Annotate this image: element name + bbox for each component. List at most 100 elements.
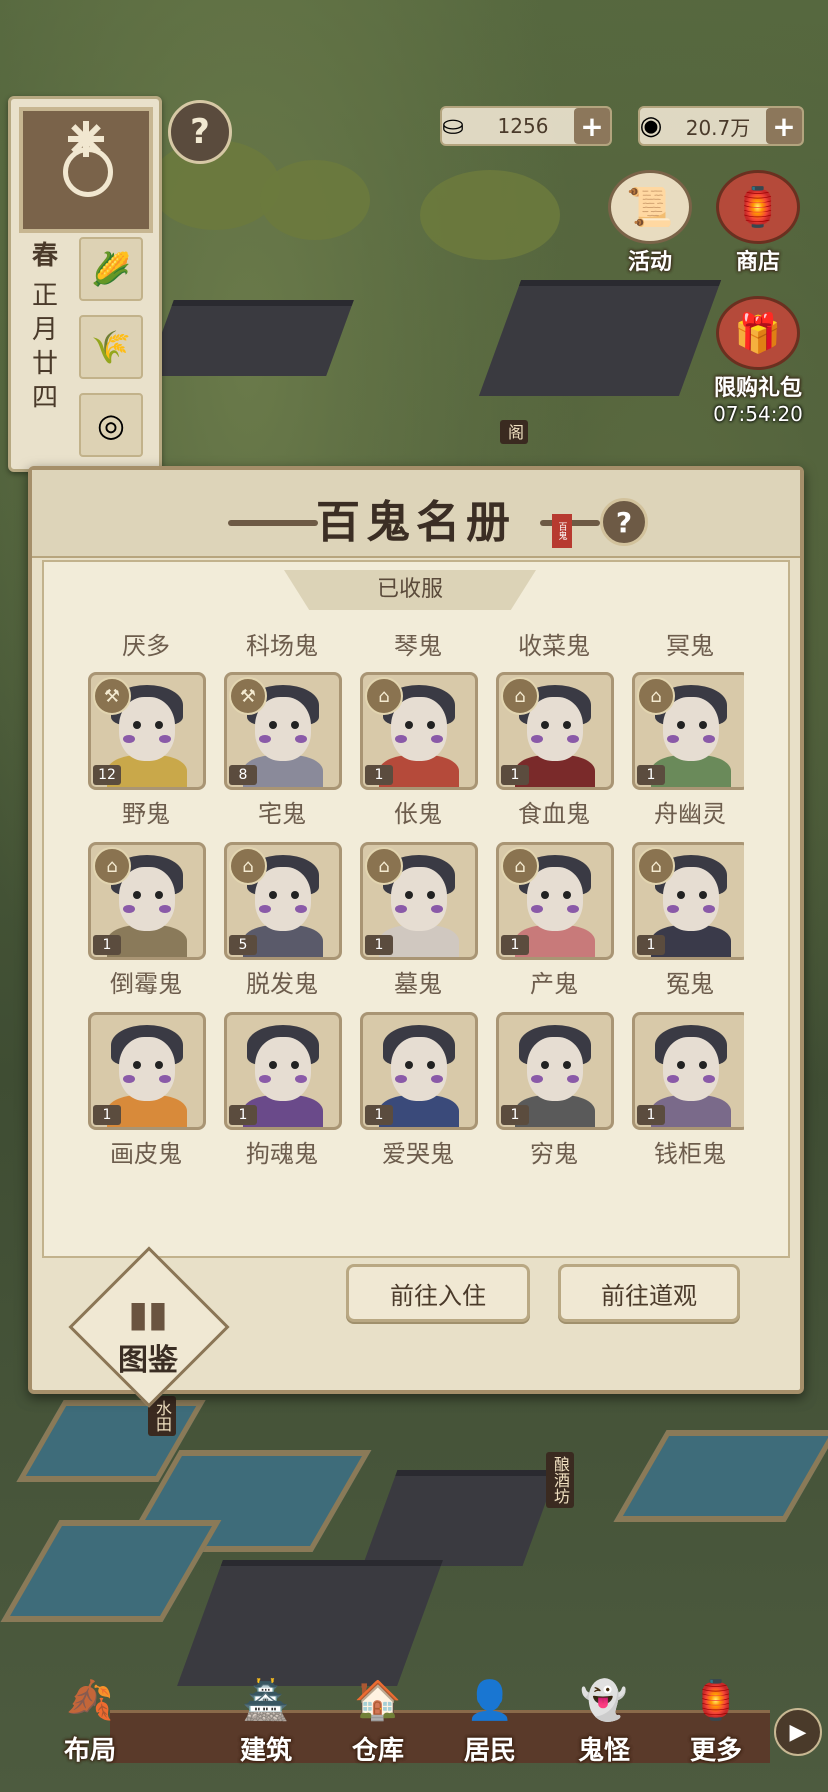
ghost-card[interactable]: 1 穷鬼 (492, 1012, 616, 1180)
ghost-card[interactable]: 1 爱哭鬼 (356, 1012, 480, 1180)
ghost-card[interactable]: ⌂ 1 倒霉鬼 (84, 842, 208, 1010)
ghost-card-partial[interactable]: 厌多 (84, 622, 208, 672)
ghost-portrait: ⌂ 1 (360, 842, 478, 960)
lantern-icon: 🏮 (692, 1677, 740, 1722)
add-copper-button[interactable]: + (766, 108, 802, 144)
activity-button[interactable]: 📜 活动 (604, 170, 696, 276)
ghost-card[interactable]: ⚒ 12 野鬼 (84, 672, 208, 840)
ghost-count: 1 (93, 1105, 121, 1125)
nav-layout[interactable]: 🍂 布局 (40, 1670, 140, 1767)
ghost-count: 1 (637, 1105, 665, 1125)
ghost-name: 宅鬼 (258, 800, 306, 828)
modal-header: 百鬼名册 百鬼 ? (32, 470, 800, 558)
ghost-card[interactable]: ⌂ 5 脱发鬼 (220, 842, 344, 1010)
ghost-icon: 👻 (580, 1677, 628, 1722)
ghost-portrait: ⚒ 8 (224, 672, 342, 790)
ghost-name: 钱柜鬼 (654, 1140, 726, 1168)
temple-button[interactable]: 前往道观 (558, 1264, 740, 1322)
ghost-name: 冤鬼 (666, 970, 714, 998)
ghost-name: 冥鬼 (666, 632, 714, 660)
ghost-name: 厌多 (122, 632, 170, 660)
ghost-card[interactable]: ⌂ 1 舟幽灵 (628, 672, 744, 840)
ghost-portrait: ⌂ 1 (496, 672, 614, 790)
ghost-list-panel[interactable]: 已收服 厌多 科场鬼 琴鬼 收菜鬼 冥鬼 ⚒ 12 野鬼 ⚒ 8 宅鬼 ⌂ 1 伥鬼 ⌂ 1 食血鬼 ⌂ 1 舟幽灵 ⌂… (42, 560, 790, 1258)
add-silver-button[interactable]: + (574, 108, 610, 144)
ghost-name: 爱哭鬼 (382, 1140, 454, 1168)
ghost-card[interactable]: ⌂ 1 墓鬼 (356, 842, 480, 1010)
ghost-card[interactable]: 1 钱柜鬼 (628, 1012, 744, 1180)
corn-icon[interactable]: 🌽 (79, 237, 143, 301)
map-label-pavilion: 阁 (500, 420, 528, 444)
ghost-grid[interactable]: 厌多 科场鬼 琴鬼 收菜鬼 冥鬼 ⚒ 12 野鬼 ⚒ 8 宅鬼 ⌂ 1 伥鬼 ⌂ 1 食血鬼 ⌂ 1 舟幽灵 ⌂ 1 倒霉鬼… (84, 622, 744, 1182)
ghost-name: 产鬼 (530, 970, 578, 998)
nav-residents-label: 居民 (463, 1736, 516, 1766)
shop-label: 商店 (735, 249, 780, 275)
move-in-button[interactable]: 前往入住 (346, 1264, 530, 1322)
ghost-card-partial[interactable]: 收菜鬼 (492, 622, 616, 672)
ghost-portrait: ⌂ 1 (88, 842, 206, 960)
ghost-portrait: ⚒ 12 (88, 672, 206, 790)
hammer-icon: ⚒ (93, 677, 131, 715)
ghost-name: 墓鬼 (394, 970, 442, 998)
ghost-name: 画皮鬼 (110, 1140, 182, 1168)
leaf-icon: 🍂 (66, 1677, 114, 1722)
nav-next-arrow-icon[interactable]: ▶ (774, 1708, 822, 1756)
nav-build[interactable]: 🏯 建筑 (216, 1670, 316, 1767)
limited-gift-label: 限购礼包 (713, 375, 802, 401)
scroll-icon: 📜 (608, 170, 692, 244)
modal-title: 百鬼名册 (316, 497, 516, 548)
ghost-card-partial[interactable]: 冥鬼 (628, 622, 744, 672)
copper-value: 20.7万 (685, 115, 751, 140)
ghost-portrait: 1 (360, 1012, 478, 1130)
ghost-portrait: 1 (224, 1012, 342, 1130)
ghost-name: 收菜鬼 (518, 632, 590, 660)
ghost-count: 8 (229, 765, 257, 785)
warehouse-icon: 🏠 (354, 1677, 402, 1722)
nav-warehouse[interactable]: 🏠 仓库 (328, 1670, 428, 1767)
limited-gift-timer: 07:54:20 (713, 402, 803, 426)
ghost-name: 琴鬼 (394, 632, 442, 660)
ghost-card[interactable]: ⚒ 8 宅鬼 (220, 672, 344, 840)
nav-residents[interactable]: 👤 居民 (440, 1670, 540, 1767)
copper-currency: ◉ 20.7万 + (638, 106, 804, 146)
activity-label: 活动 (627, 249, 672, 275)
nav-ghosts[interactable]: 👻 鬼怪 (554, 1670, 654, 1767)
limited-gift-button[interactable]: 🎁 限购礼包 07:54:20 (700, 296, 816, 426)
ghost-card[interactable]: ⌂ 1 伥鬼 (356, 672, 480, 840)
modal-help-button[interactable]: ? (600, 498, 648, 546)
ghost-name: 舟幽灵 (654, 800, 726, 828)
tab-captured[interactable]: 已收服 (284, 570, 536, 610)
ghost-portrait: 1 (88, 1012, 206, 1130)
house-icon: ⌂ (637, 847, 675, 885)
ghost-name: 伥鬼 (394, 800, 442, 828)
shop-button[interactable]: 🏮 商店 (712, 170, 804, 276)
house-icon: ⌂ (637, 677, 675, 715)
nav-more[interactable]: 🏮 更多 (666, 1670, 766, 1767)
ghost-card-partial[interactable]: 科场鬼 (220, 622, 344, 672)
ghost-portrait: ⌂ 1 (360, 672, 478, 790)
ghost-card[interactable]: ⌂ 1 冤鬼 (628, 842, 744, 1010)
codex-button[interactable]: ▮▮ 图鉴 (88, 1294, 208, 1379)
ghost-name: 倒霉鬼 (110, 970, 182, 998)
date-label: 正月廿四 (31, 281, 58, 413)
ghost-name: 穷鬼 (530, 1140, 578, 1168)
wheat-icon[interactable]: 🌾 (79, 315, 143, 379)
ghost-card[interactable]: 1 拘魂鬼 (220, 1012, 344, 1180)
ghost-count: 1 (229, 1105, 257, 1125)
ghost-portrait: 1 (496, 1012, 614, 1130)
help-button[interactable]: ? (168, 100, 232, 164)
ghost-name: 拘魂鬼 (246, 1140, 318, 1168)
building-icon: 🏯 (242, 1677, 290, 1722)
ghost-name: 食血鬼 (518, 800, 590, 828)
ghost-card-partial[interactable]: 琴鬼 (356, 622, 480, 672)
resident-icon: 👤 (466, 1677, 514, 1722)
map-label-brewery: 酿酒坊 (546, 1452, 574, 1508)
ghost-count: 1 (501, 1105, 529, 1125)
ghost-card[interactable]: ⌂ 1 产鬼 (492, 842, 616, 1010)
house-icon: ⌂ (229, 847, 267, 885)
season-panel[interactable]: 春 正月廿四 🌽 🌾 ◎ (8, 96, 162, 472)
ghost-card[interactable]: 1 画皮鬼 (84, 1012, 208, 1180)
ghost-count: 1 (365, 765, 393, 785)
coin-pile-icon[interactable]: ◎ (79, 393, 143, 457)
ghost-card[interactable]: ⌂ 1 食血鬼 (492, 672, 616, 840)
